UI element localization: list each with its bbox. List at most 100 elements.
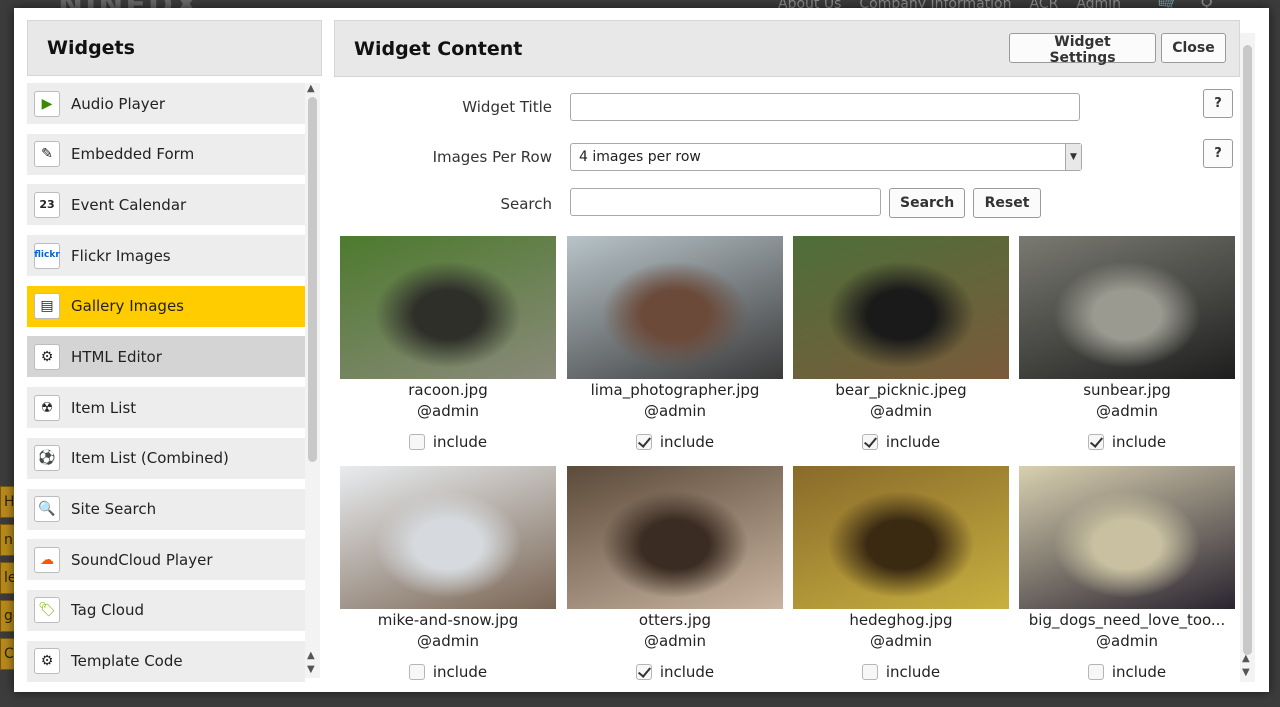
content-scrollbar[interactable]: ▲ ▼: [1240, 33, 1255, 682]
include-toggle[interactable]: include: [567, 663, 783, 681]
gallery-thumbnail[interactable]: [340, 236, 556, 379]
include-toggle[interactable]: include: [567, 433, 783, 451]
gallery-thumbnail[interactable]: [793, 466, 1009, 609]
form-icon: ✎: [34, 141, 60, 168]
widget-item-label: Embedded Form: [71, 145, 195, 164]
widget-item-label: Item List (Combined): [71, 449, 229, 468]
include-checkbox[interactable]: [861, 664, 878, 680]
gallery-thumbnail[interactable]: [340, 466, 556, 609]
gallery-card: otters.jpg @admin include: [567, 466, 783, 681]
search-icon: 🔍: [34, 496, 60, 522]
image-owner: @admin: [644, 402, 706, 420]
image-filename: bear_picknic.jpeg: [835, 381, 967, 399]
widget-item-soundcloud-player[interactable]: ☁ SoundCloud Player: [27, 539, 305, 581]
images-per-row-help-button[interactable]: ?: [1203, 139, 1233, 168]
scroll-down-icon[interactable]: ▼: [1242, 667, 1250, 678]
gallery-card: hedeghog.jpg @admin include: [793, 466, 1009, 681]
widget-item-audio-player[interactable]: ▶ Audio Player: [27, 83, 305, 124]
images-per-row-value: 4 images per row: [579, 149, 701, 165]
scroll-up-icon[interactable]: ▲: [1242, 653, 1250, 664]
include-label: include: [659, 663, 715, 681]
gallery-thumbnail[interactable]: [793, 236, 1009, 379]
include-label: include: [659, 433, 715, 451]
include-label: include: [885, 663, 941, 681]
image-owner: @admin: [1096, 402, 1158, 420]
chevron-down-icon[interactable]: ▼: [1065, 144, 1081, 170]
include-toggle[interactable]: include: [793, 663, 1009, 681]
widgets-title: Widgets: [47, 37, 135, 59]
include-toggle[interactable]: include: [793, 433, 1009, 451]
widget-item-label: Gallery Images: [71, 297, 184, 316]
include-label: include: [1111, 663, 1167, 681]
widget-title-help-button[interactable]: ?: [1203, 89, 1233, 118]
widget-item-label: SoundCloud Player: [71, 550, 213, 569]
widget-item-label: Flickr Images: [71, 246, 171, 265]
widget-content-header: Widget Content Widget Settings Close: [334, 20, 1240, 77]
search-label: Search: [500, 195, 552, 213]
gallery-thumbnail[interactable]: [1019, 236, 1235, 379]
include-checkbox[interactable]: [1087, 434, 1104, 450]
image-owner: @admin: [644, 632, 706, 650]
widget-item-label: HTML Editor: [71, 347, 162, 366]
include-toggle[interactable]: include: [340, 433, 556, 451]
widget-item-label: Item List: [71, 398, 137, 417]
include-label: include: [432, 663, 488, 681]
include-checkbox[interactable]: [408, 664, 425, 680]
widget-item-event-calendar[interactable]: 23 Event Calendar: [27, 184, 305, 226]
search-button[interactable]: Search: [889, 188, 965, 218]
widget-item-gallery-images[interactable]: ▤ Gallery Images: [27, 285, 305, 327]
widget-item-embedded-form[interactable]: ✎ Embedded Form: [27, 133, 305, 175]
gallery-icon: ▤: [34, 293, 60, 320]
widget-item-label: Event Calendar: [71, 195, 187, 214]
image-filename: hedeghog.jpg: [849, 611, 953, 629]
image-filename: sunbear.jpg: [1083, 381, 1171, 399]
include-checkbox[interactable]: [635, 434, 652, 450]
item-list-icon: ☢: [34, 394, 60, 421]
scrollbar-thumb[interactable]: [308, 97, 317, 462]
widget-list-scrollbar[interactable]: ▲ ▲ ▼: [305, 83, 320, 678]
image-owner: @admin: [870, 402, 932, 420]
gallery-thumbnail[interactable]: [567, 466, 783, 609]
image-owner: @admin: [1096, 632, 1158, 650]
gallery-thumbnail[interactable]: [1019, 466, 1235, 609]
include-toggle[interactable]: include: [340, 663, 556, 681]
scroll-up-icon[interactable]: ▲: [307, 650, 315, 661]
calendar-icon: 23: [34, 191, 60, 218]
widget-item-item-list[interactable]: ☢ Item List: [27, 387, 305, 429]
reset-button[interactable]: Reset: [973, 188, 1041, 218]
widget-item-flickr-images[interactable]: flickr Flickr Images: [27, 235, 305, 277]
widget-title-input[interactable]: [570, 93, 1080, 121]
scroll-down-icon[interactable]: ▼: [307, 664, 315, 675]
include-label: include: [432, 433, 488, 451]
widget-item-tag-cloud[interactable]: 🏷 Tag Cloud: [27, 589, 305, 631]
gallery-thumbnail[interactable]: [567, 236, 783, 379]
gallery-card: lima_photographer.jpg @admin include: [567, 236, 783, 451]
widget-item-template-code[interactable]: ⚙ Template Code: [27, 640, 305, 682]
include-toggle[interactable]: include: [1019, 663, 1235, 681]
flickr-icon: flickr: [34, 242, 60, 269]
include-checkbox[interactable]: [861, 434, 878, 450]
image-filename: racoon.jpg: [408, 381, 488, 399]
close-button[interactable]: Close: [1161, 33, 1226, 63]
scroll-up-icon[interactable]: ▲: [307, 83, 315, 94]
search-input[interactable]: [570, 188, 881, 216]
include-checkbox[interactable]: [1087, 664, 1104, 680]
include-checkbox[interactable]: [635, 664, 652, 680]
image-filename: otters.jpg: [638, 611, 712, 629]
gallery-card: bear_picknic.jpeg @admin include: [793, 236, 1009, 451]
widget-item-item-list-combined[interactable]: ⚽ Item List (Combined): [27, 437, 305, 479]
image-filename: lima_photographer.jpg: [590, 381, 760, 399]
images-per-row-select[interactable]: 4 images per row ▼: [570, 143, 1082, 171]
include-checkbox[interactable]: [408, 434, 425, 450]
widget-item-label: Template Code: [71, 652, 183, 671]
image-filename: big_dogs_need_love_too...: [1028, 611, 1226, 629]
widget-list: ▶ Audio Player ✎ Embedded Form 23 Event Calen…: [27, 83, 305, 691]
scrollbar-thumb[interactable]: [1243, 45, 1252, 655]
widget-settings-button[interactable]: Widget Settings: [1009, 33, 1156, 66]
include-label: include: [1111, 433, 1167, 451]
widget-item-html-editor[interactable]: ⚙ HTML Editor: [27, 336, 305, 378]
widget-content-title: Widget Content: [354, 38, 523, 60]
gallery-card: racoon.jpg @admin include: [340, 236, 556, 451]
widget-item-site-search[interactable]: 🔍 Site Search: [27, 488, 305, 530]
include-toggle[interactable]: include: [1019, 433, 1235, 451]
